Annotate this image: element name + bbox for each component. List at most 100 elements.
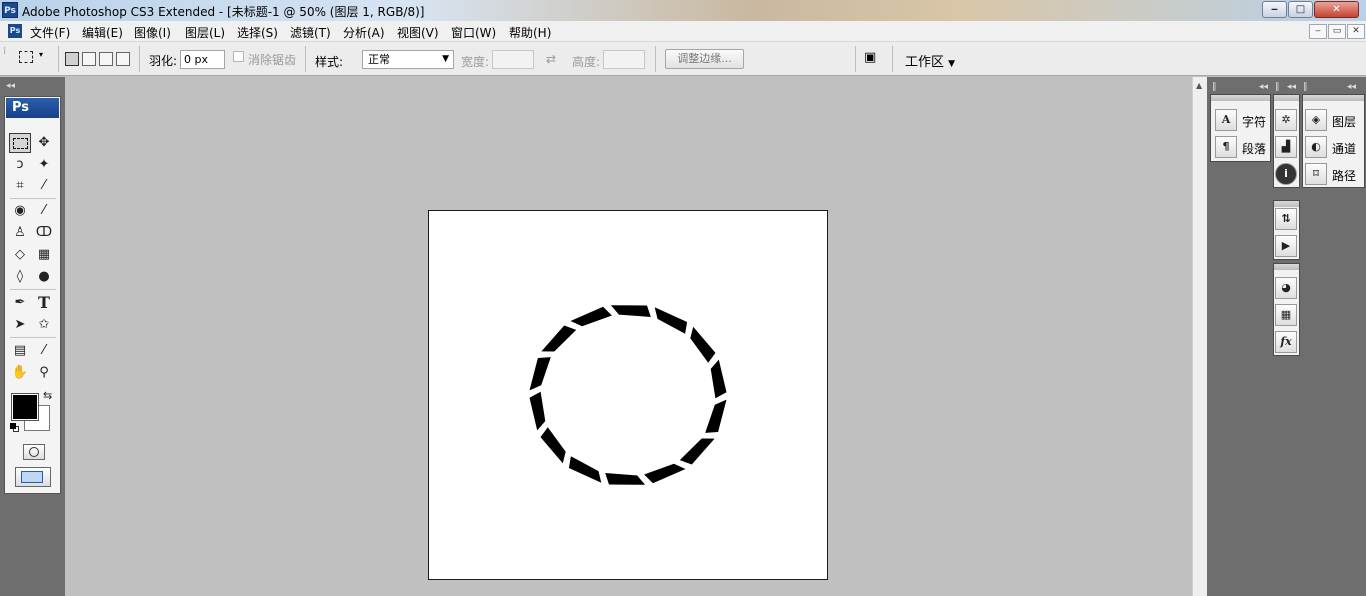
move-tool-icon[interactable]: ✥ [33, 133, 55, 153]
add-selection-icon[interactable] [82, 52, 96, 66]
menu-file[interactable]: 文件(F) [30, 24, 70, 41]
slice-tool-icon[interactable]: ⁄ [33, 176, 55, 196]
toolbox-ps-badge[interactable]: Ps [6, 98, 59, 118]
layers-icon[interactable]: ◈ [1305, 109, 1327, 131]
spot-healing-icon[interactable]: ◉ [9, 201, 31, 221]
style-select[interactable]: 正常 ▼ [362, 50, 454, 69]
maximize-button[interactable]: □ [1288, 1, 1313, 18]
menu-view[interactable]: 视图(V) [397, 24, 439, 41]
collapse-icon[interactable]: ◂◂ [6, 81, 15, 91]
history-brush-icon[interactable]: ↀ [33, 223, 55, 243]
panel-grip[interactable] [1274, 264, 1299, 270]
history-icon[interactable]: ⇅ [1275, 208, 1297, 230]
zoom-tool-icon[interactable]: ⚲ [33, 363, 55, 383]
scroll-up-icon[interactable]: ▲ [1196, 81, 1202, 90]
photoshop-app-icon[interactable]: Ps [2, 2, 18, 18]
path-select-icon[interactable]: ➤ [9, 315, 31, 335]
hand-tool-icon[interactable]: ✋ [9, 363, 31, 383]
menu-window[interactable]: 窗口(W) [451, 24, 496, 41]
panel-grip[interactable] [1211, 95, 1270, 101]
menu-help[interactable]: 帮助(H) [509, 24, 551, 41]
styles-icon[interactable]: fx [1275, 331, 1297, 353]
paths-icon[interactable]: ⌑ [1305, 163, 1327, 185]
divider [10, 289, 56, 290]
panel-grip[interactable] [1303, 95, 1364, 101]
character-icon[interactable]: A [1215, 109, 1237, 131]
menu-filter[interactable]: 滤镜(T) [290, 24, 331, 41]
blur-tool-icon[interactable]: ◊ [9, 267, 31, 287]
lasso-tool-icon[interactable]: ↄ [9, 155, 31, 175]
magic-wand-icon[interactable]: ✦ [33, 155, 55, 175]
vertical-scrollbar[interactable]: ▲ [1192, 77, 1207, 596]
collapse-icon[interactable]: ◂◂ [1287, 80, 1296, 94]
histogram-icon[interactable]: ▟ [1275, 136, 1297, 158]
default-colors-icon[interactable] [10, 423, 19, 432]
height-input[interactable] [603, 50, 645, 69]
swatches-icon[interactable]: ▦ [1275, 304, 1297, 326]
intersect-selection-icon[interactable] [116, 52, 130, 66]
foreground-color-swatch[interactable] [11, 393, 39, 421]
width-input[interactable] [492, 50, 534, 69]
panel-grip[interactable] [1274, 95, 1299, 101]
refine-edge-button[interactable]: 调整边缘... [665, 49, 744, 69]
eyedropper-icon[interactable]: ⁄ [33, 341, 55, 361]
bridge-icon[interactable]: ▣ [864, 50, 886, 68]
workspace-menu[interactable]: 工作区 ▼ [905, 51, 955, 70]
channels-panel-label[interactable]: 通道 [1332, 140, 1356, 157]
color-icon[interactable]: ◕ [1275, 277, 1297, 299]
swap-dimensions-icon[interactable]: ⇄ [546, 52, 556, 66]
swap-colors-icon[interactable]: ⇆ [43, 389, 52, 402]
feather-input[interactable]: 0 px [180, 50, 225, 69]
panel-grip-icon[interactable]: ‖ [1275, 80, 1280, 94]
paragraph-icon[interactable]: ¶ [1215, 136, 1237, 158]
actions-icon[interactable]: ▶ [1275, 235, 1297, 257]
pen-tool-icon[interactable]: ✒ [9, 293, 31, 313]
doc-close-button[interactable]: ✕ [1347, 24, 1365, 39]
navigator-icon[interactable]: ✲ [1275, 109, 1297, 131]
paragraph-panel-label[interactable]: 段落 [1242, 140, 1266, 157]
title-bar: Ps Adobe Photoshop CS3 Extended - [未标题-1… [0, 0, 1366, 21]
menu-image[interactable]: 图像(I) [134, 24, 171, 41]
marquee-tool-icon[interactable] [9, 133, 31, 153]
panel-grip-icon[interactable]: ‖ [1303, 80, 1308, 94]
close-button[interactable]: ✕ [1314, 1, 1359, 18]
collapse-icon[interactable]: ◂◂ [1347, 80, 1356, 94]
divider [10, 337, 56, 338]
panel-grip[interactable] [1274, 201, 1299, 207]
screen-mode-icon[interactable] [15, 467, 51, 487]
collapse-icon[interactable]: ◂◂ [1259, 80, 1268, 94]
antialias-checkbox[interactable] [233, 51, 244, 62]
character-panel-label[interactable]: 字符 [1242, 113, 1266, 130]
menu-edit[interactable]: 编辑(E) [82, 24, 123, 41]
menu-select[interactable]: 选择(S) [237, 24, 278, 41]
info-icon[interactable]: i [1275, 163, 1297, 185]
menu-analysis[interactable]: 分析(A) [343, 24, 385, 41]
shape-tool-icon[interactable]: ✩ [33, 315, 55, 335]
menu-layer[interactable]: 图层(L) [185, 24, 225, 41]
layers-panel-label[interactable]: 图层 [1332, 113, 1356, 130]
divider [892, 46, 893, 72]
notes-tool-icon[interactable]: ▤ [9, 341, 31, 361]
history-actions-panel: ⇅ ▶ [1273, 200, 1300, 260]
doc-minimize-button[interactable]: ‒ [1309, 24, 1327, 39]
channels-icon[interactable]: ◐ [1305, 136, 1327, 158]
eraser-tool-icon[interactable]: ◇ [9, 245, 31, 265]
subtract-selection-icon[interactable] [99, 52, 113, 66]
document-icon[interactable]: Ps [8, 24, 22, 38]
tool-preset-picker[interactable]: ▾ [16, 50, 50, 69]
dodge-tool-icon[interactable]: ● [33, 267, 55, 287]
brush-tool-icon[interactable]: ⁄ [33, 201, 55, 221]
width-label: 宽度: [461, 55, 490, 69]
quick-mask-icon[interactable] [23, 444, 45, 460]
rope-segment [690, 326, 716, 363]
doc-restore-button[interactable]: ▭ [1328, 24, 1346, 39]
crop-tool-icon[interactable]: ⌗ [9, 176, 31, 196]
paths-panel-label[interactable]: 路径 [1332, 167, 1356, 184]
clone-stamp-icon[interactable]: ♙ [9, 223, 31, 243]
document-canvas[interactable] [428, 210, 828, 580]
minimize-button[interactable]: ‒ [1262, 1, 1287, 18]
panel-grip-icon[interactable]: ‖ [1212, 80, 1217, 94]
type-tool-icon[interactable]: T [33, 293, 55, 313]
gradient-tool-icon[interactable]: ▦ [33, 245, 55, 265]
new-selection-icon[interactable] [65, 52, 79, 66]
